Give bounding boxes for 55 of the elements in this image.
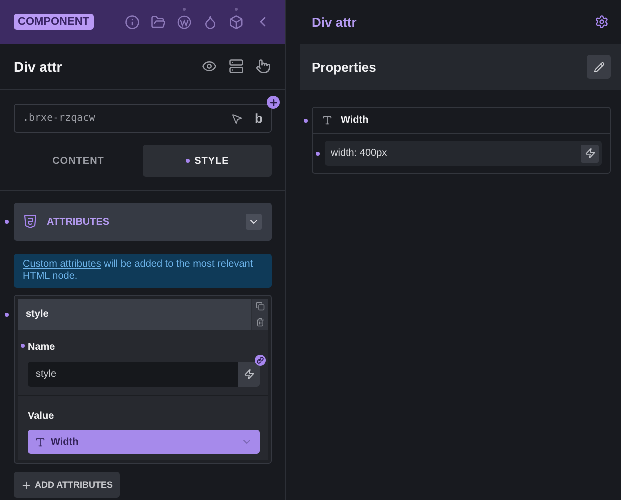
- chevron-down-icon[interactable]: [246, 214, 262, 230]
- name-label: Name: [28, 342, 56, 353]
- dynamic-data-button[interactable]: [238, 362, 260, 387]
- panel-tab[interactable]: STYLE: [143, 145, 272, 177]
- lightning-icon: [584, 148, 596, 159]
- notice-text: Custom attributes will be added to the most relevant HTML node.: [14, 254, 272, 288]
- eye-icon[interactable]: [202, 59, 217, 74]
- edit-button[interactable]: [587, 55, 611, 79]
- name-input[interactable]: style: [28, 362, 238, 387]
- folder-icon[interactable]: [151, 14, 166, 30]
- stack-icon[interactable]: [229, 59, 244, 74]
- text-type-icon: [35, 436, 46, 448]
- indicator-dot: [183, 8, 186, 10]
- section-title: Properties: [312, 60, 376, 74]
- shield-icon: [24, 215, 37, 229]
- trash-icon: [256, 318, 264, 327]
- settings-icon[interactable]: [595, 15, 609, 29]
- copy-icon: [256, 302, 264, 312]
- lightning-icon: [244, 369, 254, 380]
- cube-icon[interactable]: [229, 14, 244, 30]
- attribute-title: style: [25, 308, 50, 322]
- pencil-icon: [594, 62, 604, 72]
- plus-icon: [268, 98, 278, 108]
- indicator-dot: [235, 8, 238, 10]
- panel-tab[interactable]: CONTENT: [14, 145, 143, 177]
- indicator-dot: [316, 152, 320, 156]
- add-class-button[interactable]: [267, 96, 280, 109]
- element-title: Div attr: [14, 58, 62, 74]
- plus-icon: [21, 480, 32, 490]
- text-type-icon: [322, 115, 333, 126]
- component-badge: COMPONENT: [14, 14, 94, 30]
- panel-title: Div attr: [312, 14, 357, 30]
- value-label: Value: [28, 411, 54, 422]
- circle-logo-icon[interactable]: [177, 14, 192, 30]
- property-label: Width: [341, 115, 369, 126]
- bold-b-button[interactable]: b: [255, 111, 263, 126]
- indicator-dot: [5, 312, 9, 316]
- cursor-icon[interactable]: [231, 112, 244, 124]
- copy-button[interactable]: [252, 299, 268, 314]
- class-field[interactable]: .brxe-rzqacw b: [14, 104, 272, 133]
- property-textarea[interactable]: width: 400px: [325, 141, 602, 166]
- attributes-accordion[interactable]: ATTRIBUTES: [14, 203, 272, 241]
- link-icon[interactable]: [255, 355, 266, 366]
- dynamic-data-button[interactable]: [581, 144, 599, 162]
- custom-attributes-link[interactable]: Custom attributes: [23, 259, 102, 270]
- info-icon[interactable]: [125, 14, 140, 30]
- droplet-icon[interactable]: [203, 14, 218, 30]
- indicator-dot: [304, 118, 308, 122]
- value-select[interactable]: Width: [28, 430, 260, 454]
- indicator-dot: [5, 220, 9, 224]
- hand-pointer-icon[interactable]: [256, 59, 271, 74]
- delete-button[interactable]: [252, 314, 268, 330]
- indicator-dot: [21, 344, 25, 348]
- class-name: .brxe-rzqacw: [23, 113, 96, 124]
- add-attributes-button[interactable]: ADD ATTRIBUTES: [14, 472, 120, 498]
